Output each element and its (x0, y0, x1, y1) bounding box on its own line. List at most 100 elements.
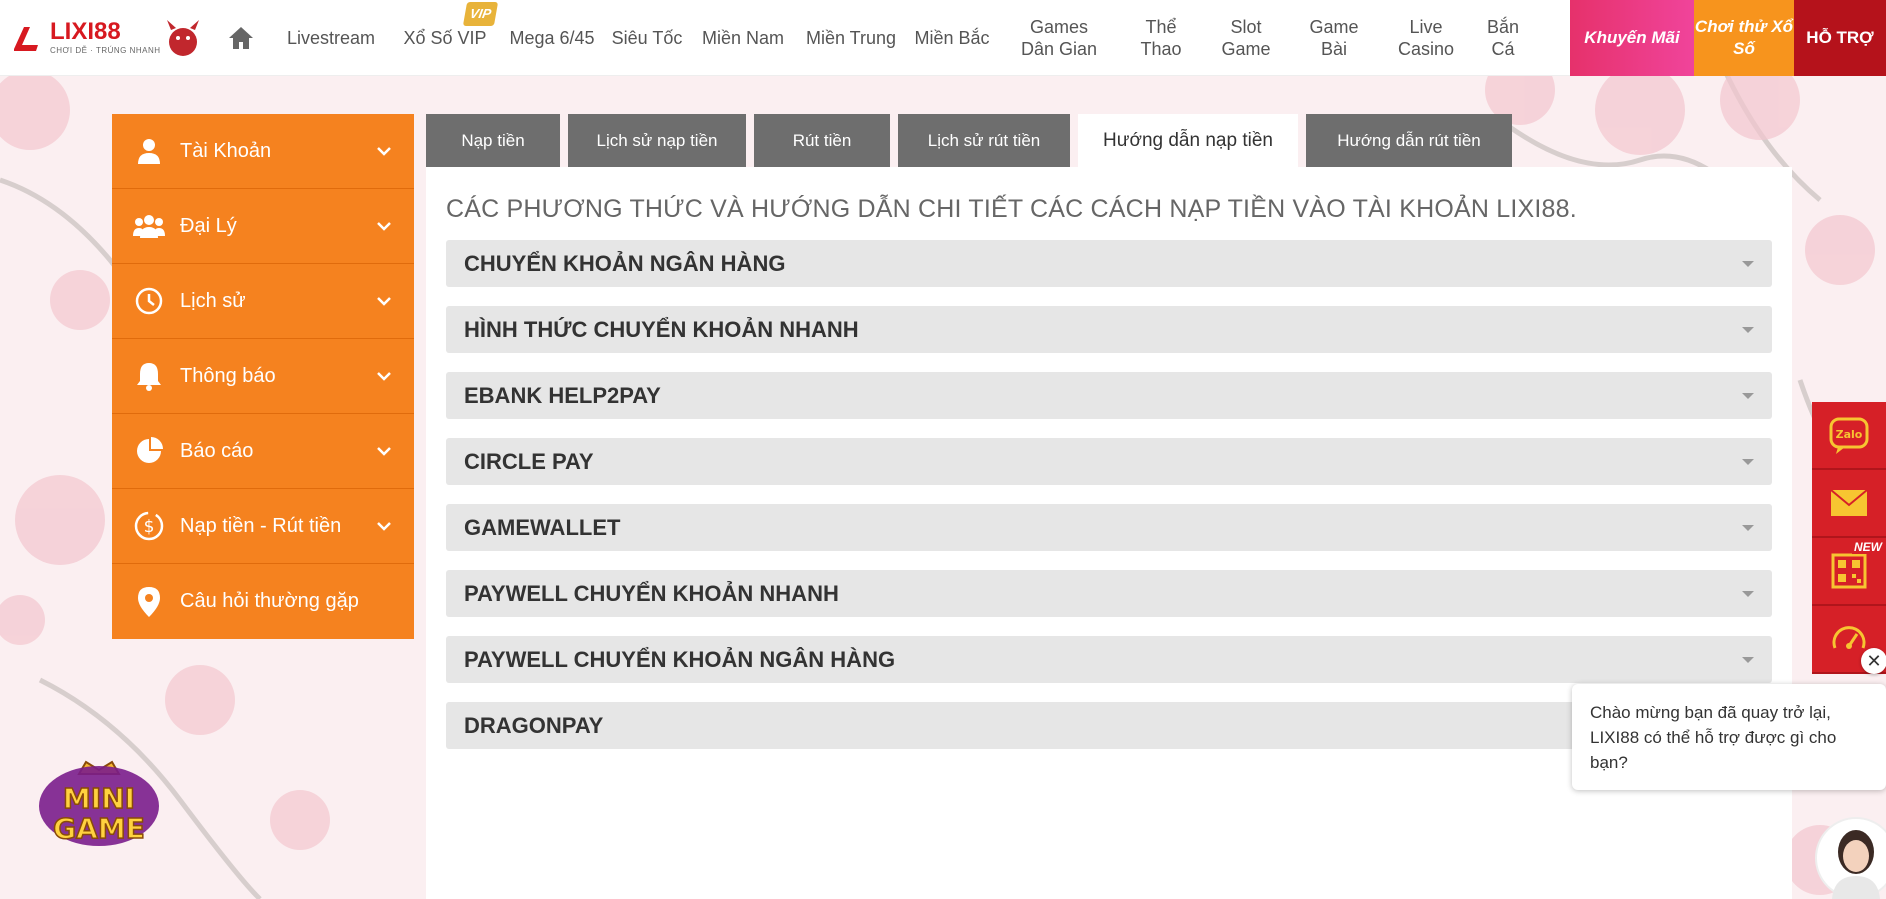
caret-down-icon (1742, 524, 1754, 531)
chevron-down-icon (374, 366, 394, 386)
sidebar-item-label: Thông báo (180, 364, 276, 387)
sidebar-item-faq[interactable]: Câu hỏi thường gặp (112, 564, 414, 639)
accordion-item[interactable]: GAMEWALLET (446, 504, 1772, 551)
account-sidebar: Tài Khoản Đại Lý Lịch sử Thông báo Báo c… (112, 114, 414, 639)
accordion-label: HÌNH THỨC CHUYỂN KHOẢN NHANH (464, 316, 859, 342)
mini-game-line1: MINI (63, 782, 135, 815)
nav-livestream[interactable]: Livestream (272, 0, 390, 76)
tab-rut-tien[interactable]: Rút tiền (754, 114, 890, 167)
caret-down-icon (1742, 260, 1754, 267)
history-icon (132, 284, 166, 318)
nav-game-bai[interactable]: Game Bài (1290, 0, 1378, 76)
speedometer-icon (1832, 626, 1866, 649)
sidebar-item-bao-cao[interactable]: Báo cáo (112, 414, 414, 489)
mail-button[interactable] (1812, 470, 1886, 538)
top-header: LIXI88 CHƠI DỄ · TRÚNG NHANH Livestream … (0, 0, 1886, 76)
chevron-down-icon (374, 141, 394, 161)
accordion-item[interactable]: CHUYỂN KHOẢN NGÂN HÀNG (446, 240, 1772, 287)
pie-chart-icon (132, 434, 166, 468)
tab-huong-dan-nap-tien[interactable]: Hướng dẫn nạp tiền (1078, 114, 1298, 167)
accordion-label: CHUYỂN KHOẢN NGÂN HÀNG (464, 250, 786, 276)
new-badge: NEW (1852, 540, 1884, 554)
accordion-item[interactable]: PAYWELL CHUYỂN KHOẢN NHANH (446, 570, 1772, 617)
sidebar-item-label: Đại Lý (180, 214, 237, 237)
support-agent-avatar[interactable] (1810, 808, 1886, 899)
group-icon (132, 209, 166, 243)
nav-mien-nam[interactable]: Miền Nam (690, 0, 796, 76)
nav-the-thao[interactable]: Thể Thao (1120, 0, 1202, 76)
accordion-item[interactable]: CIRCLE PAY (446, 438, 1772, 485)
chevron-down-icon (374, 216, 394, 236)
tab-nap-tien[interactable]: Nạp tiền (426, 114, 560, 167)
page-title: CÁC PHƯƠNG THỨC VÀ HƯỚNG DẪN CHI TIẾT CÁ… (446, 195, 1577, 223)
logo-title: LIXI88 (50, 18, 121, 45)
nav-slot-game[interactable]: Slot Game (1202, 0, 1290, 76)
site-logo[interactable]: LIXI88 CHƠI DỄ · TRÚNG NHANH (0, 0, 210, 75)
ho-tro-button[interactable]: HỖ TRỢ (1794, 0, 1886, 76)
chat-welcome-bubble[interactable]: Chào mừng bạn đã quay trở lại, LIXI88 có… (1572, 684, 1886, 790)
accordion-item[interactable]: HÌNH THỨC CHUYỂN KHOẢN NHANH (446, 306, 1772, 353)
chevron-down-icon (374, 291, 394, 311)
caret-down-icon (1742, 590, 1754, 597)
chevron-down-icon (374, 441, 394, 461)
caret-down-icon (1742, 392, 1754, 399)
sidebar-item-label: Báo cáo (180, 439, 254, 462)
sidebar-item-lich-su[interactable]: Lịch sử (112, 264, 414, 339)
sidebar-item-label: Câu hỏi thường gặp (180, 590, 359, 612)
accordion-label: GAMEWALLET (464, 514, 621, 540)
deposit-tabs: Nạp tiền Lịch sử nạp tiền Rút tiền Lịch … (426, 114, 1520, 167)
chat-close-button[interactable]: ✕ (1861, 648, 1886, 674)
qr-code-icon (1831, 553, 1867, 589)
qr-code-button[interactable]: NEW (1812, 538, 1886, 606)
svg-text:$: $ (144, 517, 155, 537)
nav-live-casino[interactable]: Live Casino (1378, 0, 1474, 76)
nav-mien-bac[interactable]: Miền Bắc (906, 0, 998, 76)
khuyen-mai-button[interactable]: Khuyến Mãi (1570, 0, 1694, 76)
sidebar-item-label: Lịch sử (180, 289, 246, 312)
chevron-down-icon (374, 516, 394, 536)
mail-icon (1830, 489, 1868, 516)
mini-game-line2: GAME (53, 812, 145, 845)
logo-tagline: CHƠI DỄ · TRÚNG NHANH (50, 46, 161, 55)
user-icon (132, 134, 166, 168)
accordion-label: DRAGONPAY (464, 712, 604, 738)
sidebar-item-nap-rut-tien[interactable]: $ Nạp tiền - Rút tiền (112, 489, 414, 564)
contact-float-bar: Zalo NEW (1812, 402, 1886, 674)
bell-icon (132, 359, 166, 393)
svg-text:Zalo: Zalo (1836, 428, 1863, 441)
caret-down-icon (1742, 458, 1754, 465)
sidebar-item-dai-ly[interactable]: Đại Lý (112, 189, 414, 264)
tab-lich-su-nap-tien[interactable]: Lịch sử nạp tiền (568, 114, 746, 167)
nav-xo-so-vip[interactable]: Xổ Số VIP VIP (390, 0, 500, 76)
accordion-label: CIRCLE PAY (464, 448, 594, 474)
tab-huong-dan-rut-tien[interactable]: Hướng dẫn rút tiền (1306, 114, 1512, 167)
tab-lich-su-rut-tien[interactable]: Lịch sử rút tiền (898, 114, 1070, 167)
caret-down-icon (1742, 326, 1754, 333)
home-button[interactable] (210, 0, 272, 76)
nav-games-dan-gian[interactable]: Games Dân Gian (998, 0, 1120, 76)
accordion-label: PAYWELL CHUYỂN KHOẢN NGÂN HÀNG (464, 646, 896, 672)
sidebar-item-label: Nạp tiền - Rút tiền (180, 514, 342, 537)
logo-mark-icon (14, 26, 38, 51)
accordion-item[interactable]: PAYWELL CHUYỂN KHOẢN NGÂN HÀNG (446, 636, 1772, 683)
sidebar-item-thong-bao[interactable]: Thông báo (112, 339, 414, 414)
zalo-button[interactable]: Zalo (1812, 402, 1886, 470)
accordion-item[interactable]: EBANK HELP2PAY (446, 372, 1772, 419)
nav-mega-645[interactable]: Mega 6/45 (500, 0, 604, 76)
mini-game-button[interactable]: MINI GAME (34, 756, 164, 856)
sidebar-item-label: Tài Khoản (180, 139, 272, 162)
home-icon (229, 26, 253, 49)
location-pin-icon (132, 585, 166, 619)
nav-sieu-toc[interactable]: Siêu Tốc (604, 0, 690, 76)
nav-ban-ca[interactable]: Bắn Cá (1474, 0, 1532, 76)
chat-message: Chào mừng bạn đã quay trở lại, LIXI88 có… (1590, 703, 1837, 772)
main-nav: Livestream Xổ Số VIP VIP Mega 6/45 Siêu … (210, 0, 1570, 75)
mascot-icon (166, 19, 199, 56)
choi-thu-xo-so-button[interactable]: Chơi thử Xổ Số (1694, 0, 1794, 76)
accordion-label: EBANK HELP2PAY (464, 382, 661, 408)
dollar-icon: $ (132, 509, 166, 543)
sidebar-item-tai-khoan[interactable]: Tài Khoản (112, 114, 414, 189)
nav-xo-so-vip-label: Xổ Số VIP (403, 27, 487, 48)
zalo-icon: Zalo (1829, 417, 1869, 454)
nav-mien-trung[interactable]: Miền Trung (796, 0, 906, 76)
